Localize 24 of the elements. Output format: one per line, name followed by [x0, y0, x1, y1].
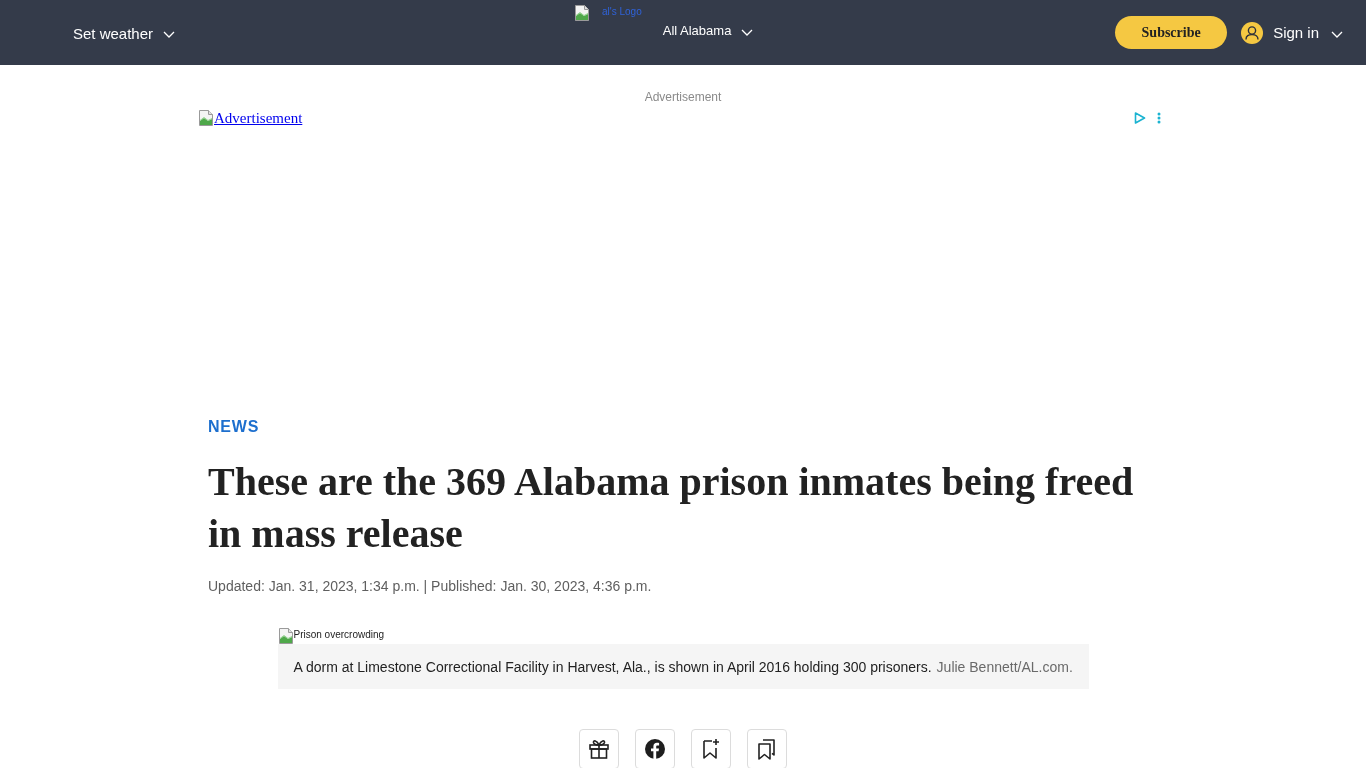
chevron-down-icon — [163, 31, 176, 38]
broken-image-icon — [574, 5, 590, 21]
image-alt-text: Prison overcrowding — [293, 629, 385, 641]
bookmarks-button[interactable] — [747, 729, 787, 768]
save-button[interactable] — [691, 729, 731, 768]
chevron-down-icon — [1331, 30, 1343, 38]
gift-button[interactable] — [579, 729, 619, 768]
caption-text: A dorm at Limestone Correctional Facility in Harvest, Ala., is shown in April 2016 holding 300 prisoners. — [293, 658, 932, 675]
ad-link[interactable]: Advertisement — [198, 110, 303, 127]
weather-dropdown[interactable]: Set weather — [73, 25, 176, 43]
region-dropdown[interactable]: All Alabama — [662, 22, 754, 40]
gift-icon — [587, 737, 611, 761]
article-dates: Updated: Jan. 31, 2023, 1:34 p.m. | Published: Jan. 30, 2023, 4:36 p.m. — [208, 577, 652, 596]
chevron-down-icon — [741, 29, 754, 36]
headline: These are the 369 Alabama prison inmates being freed in mass release — [208, 458, 1135, 558]
subscribe-button[interactable]: Subscribe — [1115, 16, 1228, 49]
avatar-icon — [1241, 21, 1264, 44]
photo-credit: Julie Bennett/AL.com. — [936, 658, 1073, 675]
broken-image-icon — [198, 110, 214, 126]
ad-label: Advertisement — [644, 90, 722, 104]
section-link[interactable]: NEWS — [208, 419, 260, 435]
facebook-icon — [643, 737, 667, 761]
facebook-button[interactable] — [635, 729, 675, 768]
sign-in-button[interactable]: Sign in — [1241, 21, 1343, 44]
